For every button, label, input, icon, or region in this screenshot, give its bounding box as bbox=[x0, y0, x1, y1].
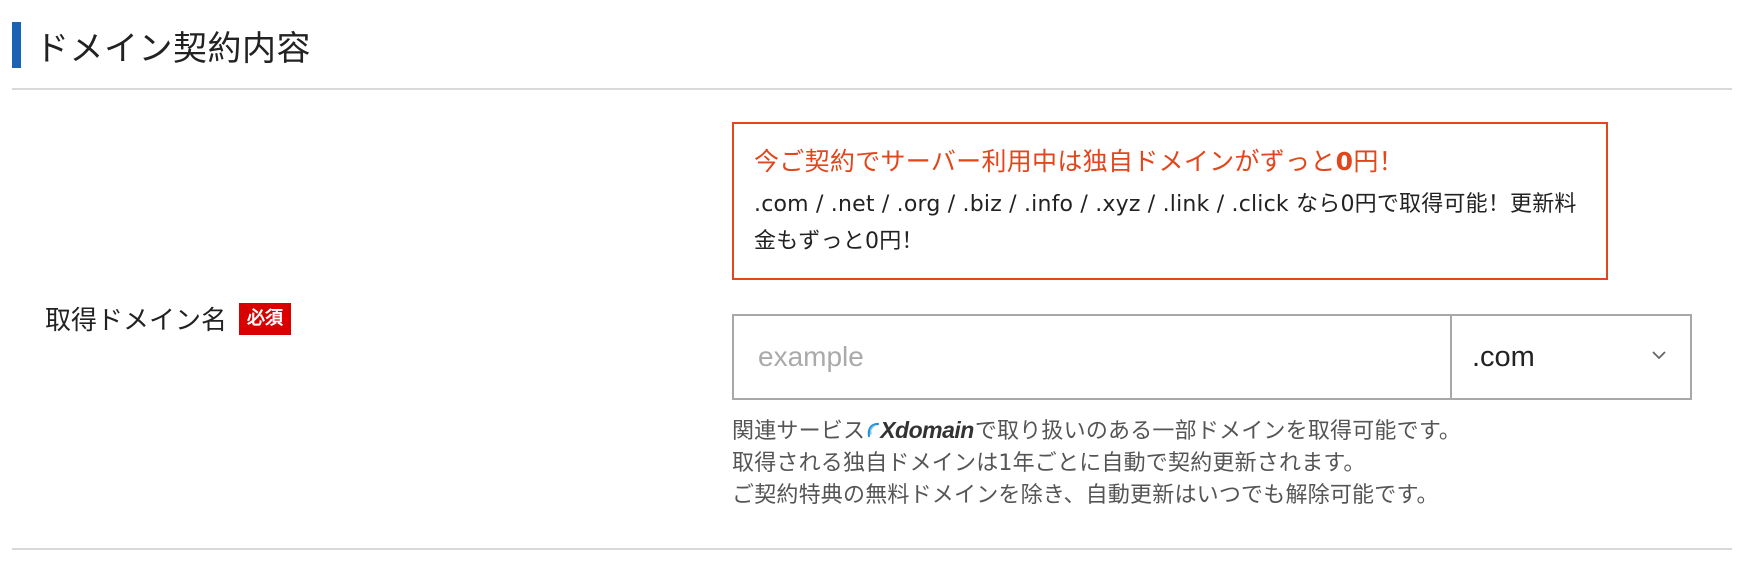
note-line-2: 取得される独自ドメインは1年ごとに自動で契約更新されます。 bbox=[732, 451, 1366, 476]
divider-bottom bbox=[12, 548, 1732, 550]
promo-headline: 今ご契約でサーバー利用中は独自ドメインがずっと0円！ bbox=[754, 142, 1586, 178]
promo-headline-suffix: 円！ bbox=[1353, 147, 1404, 176]
promo-headline-prefix: 今ご契約でサーバー利用中は独自ドメインがずっと bbox=[754, 147, 1336, 176]
tld-select[interactable]: .com bbox=[1452, 316, 1690, 398]
chevron-down-icon bbox=[1652, 351, 1666, 360]
note-line1-suffix: で取り扱いのある一部ドメインを取得可能です。 bbox=[974, 419, 1462, 444]
promo-headline-zero: 0 bbox=[1335, 147, 1354, 176]
xdomain-swoosh-icon bbox=[867, 422, 880, 437]
xdomain-logo-text: Xdomain bbox=[880, 416, 974, 443]
required-badge: 必須 bbox=[239, 302, 292, 335]
tld-selected-value: .com bbox=[1472, 340, 1535, 373]
xdomain-logo: Xdomain bbox=[866, 416, 974, 443]
domain-notes: 関連サービス Xdomain で取り扱いのある一部ドメインを取得可能です。 取得… bbox=[732, 416, 1461, 512]
domain-input-group: .com bbox=[732, 314, 1692, 400]
field-label-text: 取得ドメイン名 bbox=[45, 306, 228, 336]
note-line-3: ご契約特典の無料ドメインを除き、自動更新はいつでも解除可能です。 bbox=[732, 483, 1439, 508]
section-title: ドメイン契約内容 bbox=[35, 28, 311, 69]
domain-name-field-label: 取得ドメイン名 必須 bbox=[45, 300, 292, 337]
section-header: ドメイン契約内容 bbox=[12, 22, 311, 69]
promo-body: .com / .net / .org / .biz / .info / .xyz… bbox=[754, 192, 1577, 254]
domain-name-input[interactable] bbox=[734, 316, 1452, 398]
free-domain-promo-box: 今ご契約でサーバー利用中は独自ドメインがずっと0円！ .com / .net /… bbox=[732, 122, 1608, 280]
note-line-1: 関連サービス Xdomain で取り扱いのある一部ドメインを取得可能です。 bbox=[732, 416, 1461, 448]
note-line1-prefix: 関連サービス bbox=[732, 419, 866, 444]
header-accent-bar bbox=[12, 22, 21, 68]
divider-top bbox=[12, 88, 1732, 90]
